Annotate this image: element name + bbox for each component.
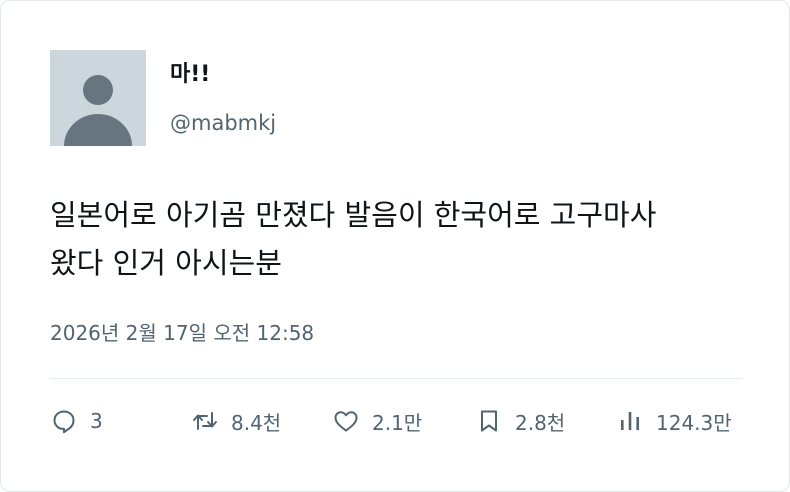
like-button[interactable]: 2.1만 <box>332 403 422 439</box>
default-profile-icon <box>64 75 132 146</box>
tweet-text: 일본어로 아기곰 만졌다 발음이 한국어로 고구마사 왔다 인거 아시는분 <box>50 198 657 280</box>
repost-arrows-icon <box>191 407 219 435</box>
author-display-name[interactable]: 마!! <box>170 61 210 89</box>
tweet-timestamp[interactable]: 2026년 2월 17일 오전 12:58 <box>50 319 314 347</box>
view-count: 124.3만 <box>656 410 732 435</box>
bookmark-icon <box>475 407 503 435</box>
like-count: 2.1만 <box>372 410 423 435</box>
heart-icon <box>332 407 360 435</box>
views-bar-chart-icon <box>616 407 644 435</box>
reply-button[interactable]: 3 <box>50 403 103 439</box>
divider <box>50 378 742 379</box>
reply-bubble-icon <box>50 407 78 435</box>
bookmark-count: 2.8천 <box>515 410 566 435</box>
views-button[interactable]: 124.3만 <box>616 403 732 439</box>
repost-count: 8.4천 <box>231 410 282 435</box>
bookmark-button[interactable]: 2.8천 <box>475 403 565 439</box>
author-handle[interactable]: @mabmkj <box>170 109 276 137</box>
reply-count: 3 <box>90 409 103 433</box>
tweet-card: 마!! @mabmkj 일본어로 아기곰 만졌다 발음이 한국어로 고구마사 왔… <box>0 0 790 492</box>
action-bar: 3 8.4천 2.1만 2.8천 124.3만 <box>50 403 742 439</box>
repost-button[interactable]: 8.4천 <box>191 403 281 439</box>
avatar[interactable] <box>50 50 146 146</box>
